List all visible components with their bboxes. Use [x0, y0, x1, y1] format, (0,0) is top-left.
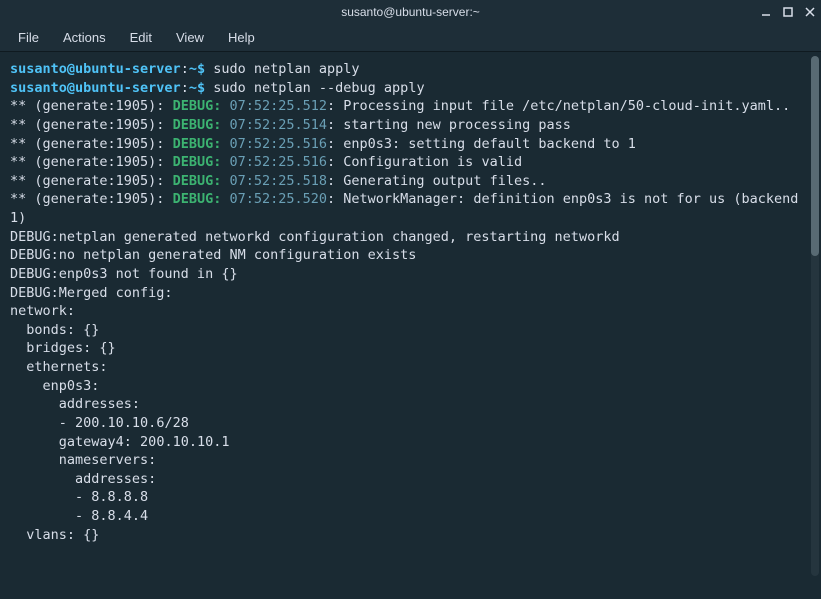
debug-line: ** (generate:1905): DEBUG: 07:52:25.516:…: [10, 135, 811, 154]
minimize-icon[interactable]: [759, 5, 773, 19]
debug-line: ** (generate:1905): DEBUG: 07:52:25.512:…: [10, 97, 811, 116]
prompt-path: ~: [189, 80, 197, 96]
debug-message: : enp0s3: setting default backend to 1: [327, 136, 636, 152]
output-line: addresses:: [10, 395, 811, 414]
debug-message: : Processing input file /etc/netplan/50-…: [327, 98, 790, 114]
prompt-sep: :: [181, 80, 189, 96]
debug-timestamp: 07:52:25.518: [221, 173, 327, 189]
prompt-line: susanto@ubuntu-server:~$ sudo netplan --…: [10, 79, 811, 98]
scrollbar[interactable]: [811, 56, 819, 576]
debug-keyword: DEBUG:: [173, 154, 222, 170]
debug-prefix: ** (generate:1905):: [10, 136, 173, 152]
debug-line: ** (generate:1905): DEBUG: 07:52:25.516:…: [10, 153, 811, 172]
debug-keyword: DEBUG:: [173, 173, 222, 189]
prompt-userhost: susanto@ubuntu-server: [10, 61, 181, 77]
debug-prefix: ** (generate:1905):: [10, 154, 173, 170]
debug-prefix: ** (generate:1905):: [10, 173, 173, 189]
menu-help[interactable]: Help: [218, 26, 265, 49]
terminal-output[interactable]: susanto@ubuntu-server:~$ sudo netplan ap…: [0, 52, 821, 599]
output-line: bridges: {}: [10, 339, 811, 358]
titlebar: susanto@ubuntu-server:~: [0, 0, 821, 24]
menubar: File Actions Edit View Help: [0, 24, 821, 52]
command-text: sudo netplan apply: [213, 61, 359, 77]
prompt-userhost: susanto@ubuntu-server: [10, 80, 181, 96]
menu-view[interactable]: View: [166, 26, 214, 49]
prompt-line: susanto@ubuntu-server:~$ sudo netplan ap…: [10, 60, 811, 79]
output-line: - 8.8.8.8: [10, 488, 811, 507]
debug-timestamp: 07:52:25.520: [221, 191, 327, 207]
prompt-sep: :: [181, 61, 189, 77]
prompt-symbol: $: [197, 80, 205, 96]
prompt-path: ~: [189, 61, 197, 77]
menu-edit[interactable]: Edit: [120, 26, 162, 49]
output-line: ethernets:: [10, 358, 811, 377]
debug-timestamp: 07:52:25.516: [221, 154, 327, 170]
output-line: - 200.10.10.6/28: [10, 414, 811, 433]
debug-message: : starting new processing pass: [327, 117, 571, 133]
output-line: addresses:: [10, 470, 811, 489]
debug-line: ** (generate:1905): DEBUG: 07:52:25.514:…: [10, 116, 811, 135]
debug-prefix: ** (generate:1905):: [10, 98, 173, 114]
output-line: nameservers:: [10, 451, 811, 470]
debug-keyword: DEBUG:: [173, 191, 222, 207]
scrollbar-thumb[interactable]: [811, 56, 819, 256]
output-line: DEBUG:netplan generated networkd configu…: [10, 228, 811, 247]
debug-prefix: ** (generate:1905):: [10, 191, 173, 207]
command-text: sudo netplan --debug apply: [213, 80, 424, 96]
output-line: DEBUG:no netplan generated NM configurat…: [10, 246, 811, 265]
output-line: DEBUG:enp0s3 not found in {}: [10, 265, 811, 284]
debug-keyword: DEBUG:: [173, 98, 222, 114]
debug-timestamp: 07:52:25.512: [221, 98, 327, 114]
maximize-icon[interactable]: [781, 5, 795, 19]
output-line: enp0s3:: [10, 377, 811, 396]
output-line: bonds: {}: [10, 321, 811, 340]
window-controls: [759, 0, 817, 24]
debug-message: : Configuration is valid: [327, 154, 522, 170]
debug-keyword: DEBUG:: [173, 136, 222, 152]
output-line: DEBUG:Merged config:: [10, 284, 811, 303]
output-line: - 8.8.4.4: [10, 507, 811, 526]
window-title: susanto@ubuntu-server:~: [341, 5, 480, 19]
menu-file[interactable]: File: [8, 26, 49, 49]
debug-timestamp: 07:52:25.516: [221, 136, 327, 152]
output-line: gateway4: 200.10.10.1: [10, 433, 811, 452]
close-icon[interactable]: [803, 5, 817, 19]
output-line: network:: [10, 302, 811, 321]
debug-message: : Generating output files..: [327, 173, 546, 189]
debug-timestamp: 07:52:25.514: [221, 117, 327, 133]
debug-line: ** (generate:1905): DEBUG: 07:52:25.520:…: [10, 190, 811, 227]
debug-prefix: ** (generate:1905):: [10, 117, 173, 133]
prompt-symbol: $: [197, 61, 205, 77]
debug-line: ** (generate:1905): DEBUG: 07:52:25.518:…: [10, 172, 811, 191]
output-line: vlans: {}: [10, 526, 811, 545]
menu-actions[interactable]: Actions: [53, 26, 116, 49]
debug-keyword: DEBUG:: [173, 117, 222, 133]
